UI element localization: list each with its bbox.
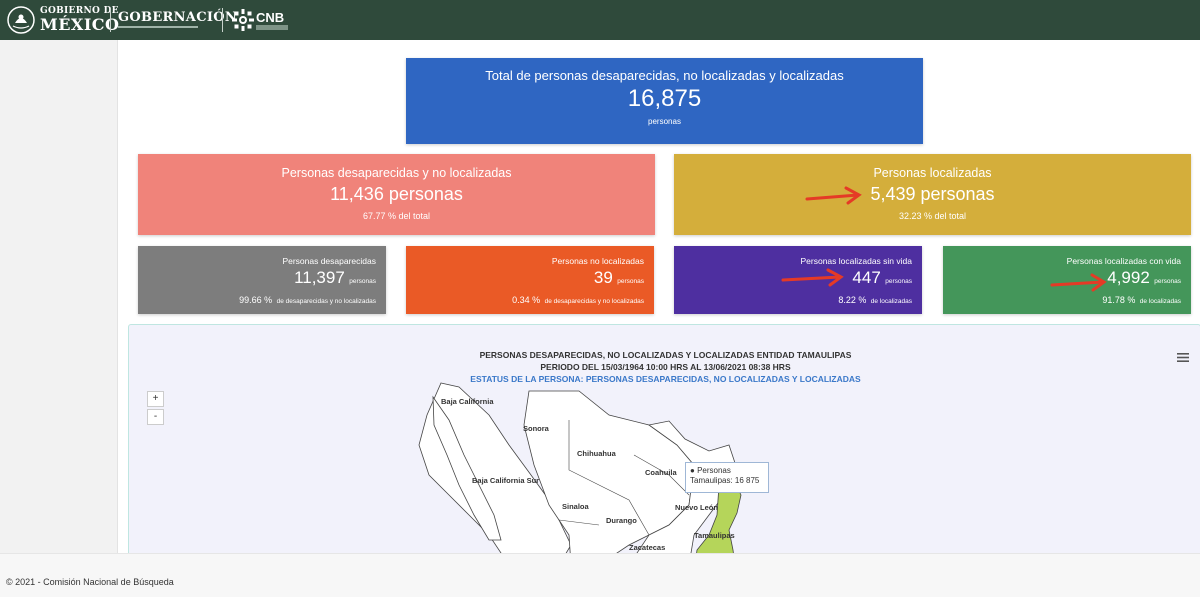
- cnb-logo-text[interactable]: CNB: [256, 10, 284, 25]
- red-arrow-con-vida: [1050, 273, 1107, 292]
- gobierno-de-mexico-logo[interactable]: GOBIERNO DE MÉXICO: [40, 7, 119, 33]
- state-label-sonora: Sonora: [523, 424, 550, 433]
- tooltip-series-row: ● Personas: [690, 466, 731, 475]
- state-label-coahuila: Coahuila: [645, 468, 677, 477]
- gov-line2: MÉXICO: [40, 15, 120, 34]
- footer: © 2021 - Comisión Nacional de Búsqueda: [0, 553, 1200, 597]
- state-label-baja-california-sur: Baja California Sur: [472, 476, 539, 485]
- state-label-zacatecas: Zacatecas: [629, 543, 665, 552]
- red-arrow-localizadas: [805, 186, 862, 205]
- gobernacion-logo[interactable]: GOBERNACIÓN: [118, 10, 237, 25]
- tooltip-series: Personas: [697, 466, 731, 475]
- cnb-logo-icon: [232, 9, 254, 31]
- state-label-baja-california: Baja California: [441, 397, 494, 406]
- red-arrow-annotations: [781, 186, 1107, 292]
- tooltip-value: Tamaulipas: 16 875: [690, 476, 760, 485]
- header-divider: [222, 8, 223, 32]
- cnb-subline: [256, 25, 288, 30]
- state-label-nuevo-leon: Nuevo León: [675, 503, 718, 512]
- dashboard-content: Total de personas desaparecidas, no loca…: [117, 40, 1200, 553]
- gobernacion-subline: [118, 26, 198, 28]
- state-label-tamaulipas: Tamaulipas: [694, 531, 735, 540]
- header-divider: [110, 8, 111, 32]
- state-label-chihuahua: Chihuahua: [577, 449, 617, 458]
- map-panel: PERSONAS DESAPARECIDAS, NO LOCALIZADAS Y…: [128, 324, 1200, 553]
- state-label-durango: Durango: [606, 516, 637, 525]
- top-header: GOBIERNO DE MÉXICO GOBERNACIÓN CNB: [0, 0, 1200, 40]
- mexico-coat-of-arms-icon: [7, 6, 35, 34]
- state-label-sinaloa: Sinaloa: [562, 502, 590, 511]
- mexico-map[interactable]: Baja California Sonora Chihuahua Coahuil…: [129, 325, 1200, 553]
- map-tooltip: ● Personas Tamaulipas: 16 875: [685, 462, 769, 493]
- footer-text: © 2021 - Comisión Nacional de Búsqueda: [6, 577, 174, 587]
- red-arrow-sin-vida: [781, 268, 844, 287]
